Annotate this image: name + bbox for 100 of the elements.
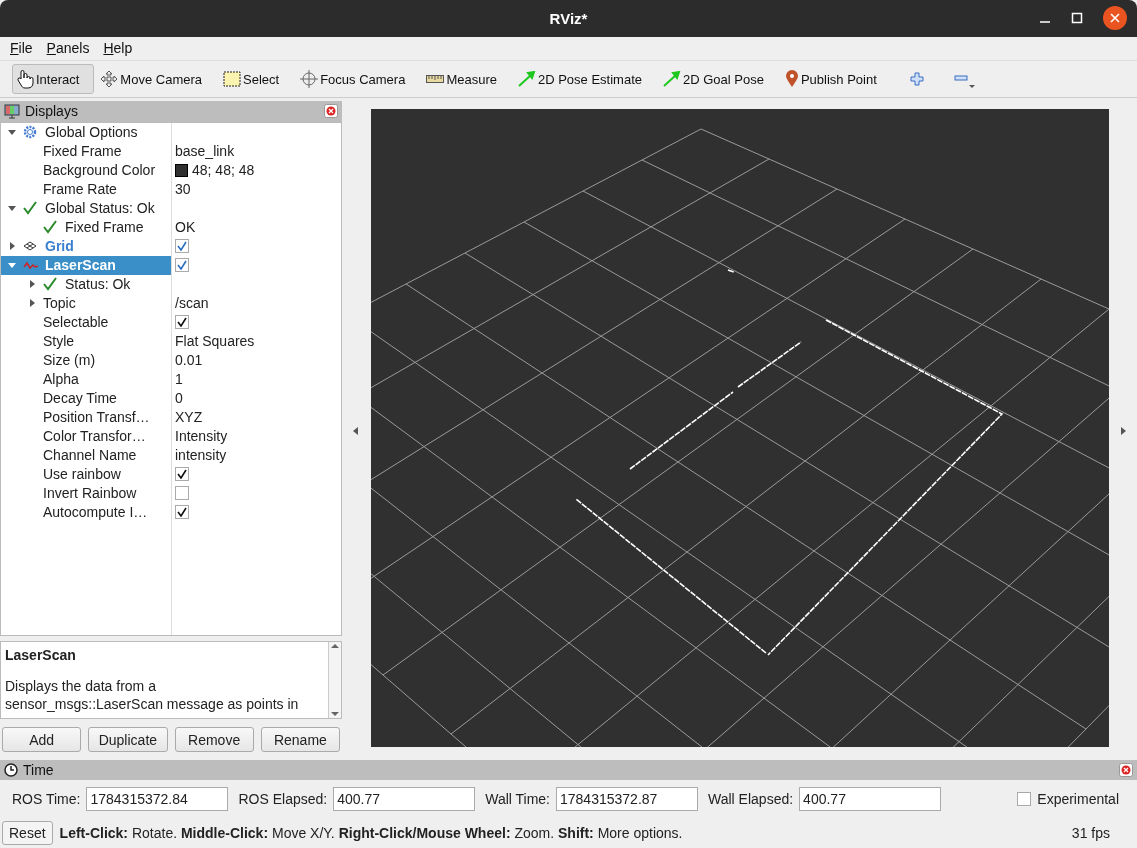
property-label: Status: Ok [65, 276, 131, 293]
property-label: Selectable [43, 314, 109, 331]
time-field[interactable]: 400.77 [799, 786, 942, 811]
checkbox[interactable] [1017, 791, 1032, 806]
tool-button[interactable]: Move Camera [96, 64, 217, 94]
hand-icon [16, 69, 34, 89]
property-label: Global Options [45, 124, 138, 141]
checkbox[interactable] [175, 315, 189, 330]
checkmark-icon [43, 220, 57, 235]
fps-counter: 31 fps [1071, 824, 1110, 841]
ruler-icon [426, 75, 445, 83]
property-label: Position Transf… [43, 409, 150, 426]
property-label: Global Status: Ok [45, 200, 155, 217]
field-label: Wall Elapsed: [708, 790, 794, 807]
property-value: 1 [175, 371, 183, 388]
scrollbar[interactable] [328, 642, 341, 718]
tool-button[interactable]: Interact [12, 64, 95, 94]
property-label: Alpha [43, 371, 79, 388]
plus-icon [909, 72, 924, 86]
property-label: Background Color [43, 162, 156, 179]
property-value: Flat Squares [175, 333, 255, 350]
expanded-caret-icon[interactable] [8, 204, 16, 213]
property-label: Frame Rate [43, 181, 117, 198]
panel-title: Displays [25, 103, 79, 120]
description-title: LaserScan [5, 647, 77, 663]
time-field[interactable]: 1784315372.84 [86, 786, 229, 811]
arrow-icon [663, 71, 681, 87]
property-label: Size (m) [43, 352, 96, 369]
property-value: OK [175, 219, 196, 236]
property-value: XYZ [175, 409, 203, 426]
property-value: intensity [175, 447, 227, 464]
property-label: Autocompute I… [43, 504, 148, 521]
property-label: Topic [43, 295, 76, 312]
property-label: Use rainbow [43, 466, 121, 483]
collapsed-caret-icon[interactable] [8, 242, 16, 251]
expanded-caret-icon[interactable] [8, 128, 16, 137]
scroll-up-icon[interactable] [331, 642, 339, 650]
maximize-icon[interactable] [1071, 12, 1083, 24]
panel-button[interactable]: Add [2, 727, 82, 752]
checkbox[interactable] [175, 258, 189, 273]
property-label: Invert Rainbow [43, 485, 137, 502]
grid-icon [23, 241, 37, 252]
panel-button[interactable]: Rename [260, 727, 340, 752]
panel-button[interactable]: Duplicate [88, 727, 168, 752]
menu-item[interactable]: Panels [46, 40, 90, 56]
property-label: Decay Time [43, 390, 117, 407]
tool-button[interactable]: Measure [422, 64, 512, 94]
menu-item[interactable]: Help [103, 40, 133, 56]
close-icon[interactable] [1103, 6, 1127, 30]
help-text: Left-Click: Rotate. Middle-Click: Move X/Y. Right-Click/Mouse Wheel: Zoom. Shift: More options. [59, 824, 683, 841]
menu-item[interactable]: File [10, 40, 33, 56]
checkbox[interactable] [175, 467, 189, 482]
color-swatch[interactable] [175, 163, 188, 177]
collapsed-caret-icon[interactable] [28, 299, 36, 308]
property-value: 0.01 [175, 352, 203, 369]
scroll-down-icon[interactable] [331, 710, 339, 718]
checkbox[interactable] [175, 486, 189, 501]
checkmark-icon [23, 201, 37, 216]
property-value: 48; 48; 48 [192, 162, 255, 179]
tool-button[interactable]: Select [219, 64, 295, 94]
time-field[interactable]: 400.77 [333, 786, 476, 811]
property-label: Grid [45, 238, 74, 255]
window-title: RViz* [549, 10, 588, 27]
checkmark-icon [43, 277, 57, 292]
collapse-left-icon[interactable] [353, 426, 360, 435]
location-pin-icon [784, 70, 799, 88]
collapsed-caret-icon[interactable] [28, 280, 36, 289]
panel-button[interactable]: Remove [174, 727, 254, 752]
property-value: /scan [175, 295, 209, 312]
tool-button[interactable]: 2D Goal Pose [659, 64, 779, 94]
gear-icon [23, 125, 37, 140]
move-arrows-icon [100, 70, 119, 88]
selected-row-highlight[interactable]: LaserScan [1, 255, 171, 275]
crosshair-icon [300, 70, 319, 88]
property-label: Style [43, 333, 75, 350]
time-field[interactable]: 1784315372.87 [556, 786, 698, 811]
checkbox[interactable] [175, 505, 189, 520]
checkbox[interactable] [175, 239, 189, 254]
monitor-icon [4, 103, 20, 119]
field-label: ROS Time: [12, 790, 81, 807]
description-text: Displays the data from a sensor_msgs::LaserScan message as points in [5, 677, 300, 713]
property-value: base_link [175, 143, 235, 160]
collapse-right-icon[interactable] [1119, 426, 1126, 435]
checkbox-label: Experimental [1037, 790, 1119, 807]
clock-icon [4, 763, 18, 777]
reset-button[interactable]: Reset [2, 820, 53, 845]
property-label: Color Transfor… [43, 428, 146, 445]
selection-icon [223, 71, 241, 87]
tool-button[interactable]: Focus Camera [296, 64, 421, 94]
property-label: Fixed Frame [65, 219, 144, 236]
panel-title: Time [23, 762, 55, 778]
arrow-icon [517, 71, 536, 87]
property-label: LaserScan [45, 257, 116, 274]
property-value: 0 [175, 390, 183, 407]
tool-button[interactable]: Publish Point [780, 64, 892, 94]
property-label: Fixed Frame [43, 143, 122, 160]
field-label: ROS Elapsed: [238, 790, 328, 807]
property-label: Channel Name [43, 447, 137, 464]
tool-button[interactable]: 2D Pose Estimate [513, 64, 657, 94]
expanded-caret-icon[interactable] [8, 261, 16, 270]
